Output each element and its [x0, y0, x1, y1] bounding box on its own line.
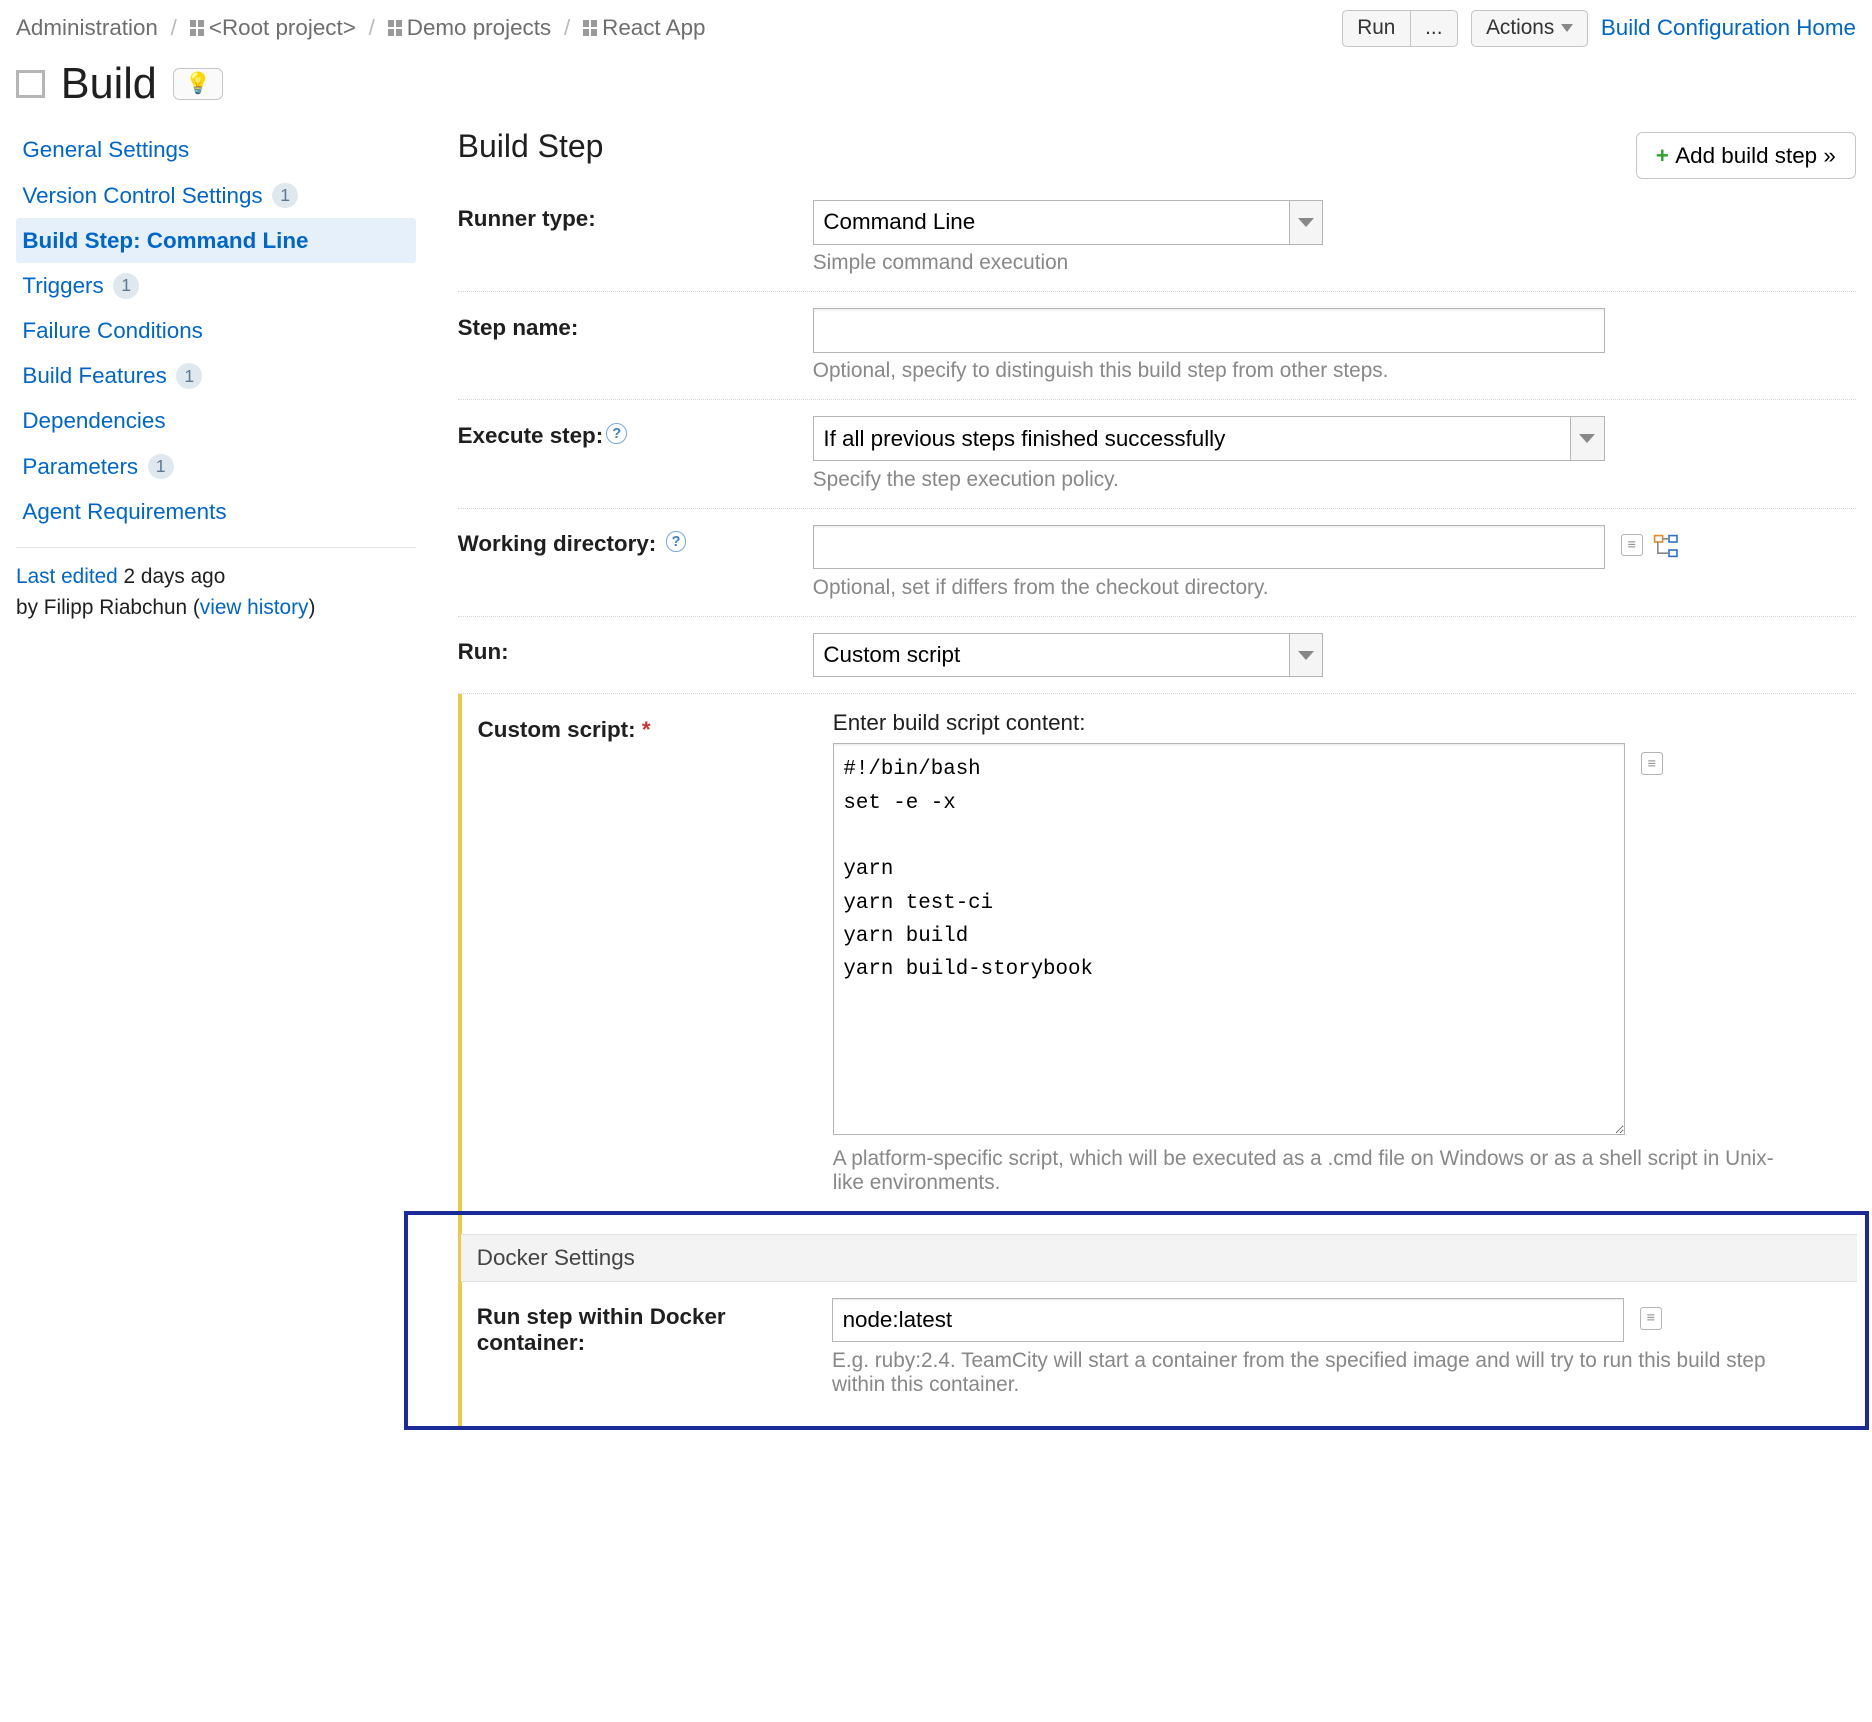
hint-text: E.g. ruby:2.4. TeamCity will start a con…	[832, 1349, 1776, 1397]
sidebar-item-label: Build Features	[22, 363, 166, 389]
sidebar-item-label: Agent Requirements	[22, 499, 226, 525]
divider	[16, 547, 416, 548]
view-history-link[interactable]: view history	[200, 596, 309, 619]
section-heading: Build Step	[458, 128, 604, 165]
sidebar-item-failure[interactable]: Failure Conditions	[16, 309, 416, 354]
sidebar-item-general[interactable]: General Settings	[16, 128, 416, 173]
step-name-input[interactable]	[813, 308, 1605, 353]
help-icon[interactable]: ?	[666, 531, 687, 552]
chevron-down-icon	[1561, 24, 1573, 32]
lines-icon[interactable]: ≡	[1641, 752, 1663, 774]
sidebar: General Settings Version Control Setting…	[16, 128, 416, 624]
sidebar-item-agent-req[interactable]: Agent Requirements	[16, 489, 416, 534]
label-runner-type: Runner type:	[458, 200, 813, 232]
sidebar-item-triggers[interactable]: Triggers 1	[16, 263, 416, 308]
runner-type-select[interactable]	[813, 200, 1290, 245]
last-edited-block: Last edited 2 days ago by Filipp Riabchu…	[16, 561, 416, 623]
count-badge: 1	[176, 363, 202, 389]
sidebar-item-label: Dependencies	[22, 408, 165, 434]
dropdown-caret-icon[interactable]	[1571, 416, 1605, 461]
page-title: Build	[61, 60, 157, 109]
dropdown-caret-icon[interactable]	[1290, 200, 1324, 245]
count-badge: 1	[113, 273, 139, 299]
hint-bulb-button[interactable]: 💡	[173, 68, 223, 100]
sidebar-item-features[interactable]: Build Features 1	[16, 354, 416, 399]
crumb-root[interactable]: <Root project>	[190, 15, 356, 41]
count-badge: 1	[272, 183, 298, 209]
docker-image-input[interactable]	[832, 1298, 1624, 1343]
label-custom-script: Custom script: *	[478, 710, 833, 742]
execute-step-select[interactable]	[813, 416, 1571, 461]
run-button-group: Run ...	[1342, 10, 1458, 47]
label-working-dir: Working directory: ?	[458, 525, 813, 557]
sidebar-item-label: General Settings	[22, 137, 189, 163]
hint-text: Simple command execution	[813, 251, 1856, 275]
label-step-name: Step name:	[458, 308, 813, 340]
count-badge: 1	[148, 454, 174, 480]
hint-text: Optional, set if differs from the checko…	[813, 576, 1856, 600]
label-docker-container: Run step within Docker container:	[477, 1298, 832, 1356]
sidebar-item-deps[interactable]: Dependencies	[16, 399, 416, 444]
project-icon	[583, 20, 599, 36]
last-edited-by: by Filipp Riabchun (	[16, 596, 200, 619]
run-more-button[interactable]: ...	[1410, 10, 1458, 47]
actions-button[interactable]: Actions	[1471, 10, 1588, 47]
build-type-icon	[16, 70, 45, 99]
breadcrumb: Administration / <Root project> / Demo p…	[16, 15, 1329, 41]
main-form: Build Step +Add build step » Runner type…	[458, 128, 1856, 1430]
custom-script-textarea[interactable]	[833, 743, 1625, 1135]
required-marker: *	[642, 717, 651, 742]
docker-section-heading: Docker Settings	[461, 1234, 1857, 1281]
script-prompt: Enter build script content:	[833, 710, 1856, 736]
label-execute-step: Execute step:?	[458, 416, 813, 448]
sidebar-item-label: Failure Conditions	[22, 318, 202, 344]
working-dir-input[interactable]	[813, 525, 1605, 570]
crumb-demo[interactable]: Demo projects	[388, 15, 552, 41]
last-edited-link[interactable]: Last edited	[16, 565, 118, 588]
sidebar-item-vcs[interactable]: Version Control Settings 1	[16, 173, 416, 218]
dropdown-caret-icon[interactable]	[1290, 633, 1324, 678]
sidebar-item-build-step[interactable]: Build Step: Command Line	[16, 218, 416, 263]
docker-highlight-box: Docker Settings Run step within Docker c…	[404, 1211, 1869, 1429]
help-icon[interactable]: ?	[606, 423, 627, 444]
sidebar-item-label: Triggers	[22, 273, 103, 299]
build-config-home-link[interactable]: Build Configuration Home	[1601, 15, 1856, 41]
hint-text: A platform-specific script, which will b…	[833, 1147, 1777, 1195]
last-edited-when: 2 days ago	[124, 565, 226, 588]
paren-close: )	[308, 596, 315, 619]
hint-text: Optional, specify to distinguish this bu…	[813, 359, 1856, 383]
run-button[interactable]: Run	[1342, 10, 1410, 47]
sidebar-item-label: Build Step: Command Line	[22, 228, 308, 254]
run-select[interactable]	[813, 633, 1290, 678]
project-icon	[190, 20, 206, 36]
plus-icon: +	[1656, 143, 1669, 168]
crumb-administration[interactable]: Administration	[16, 15, 158, 41]
label-run: Run:	[458, 633, 813, 665]
project-icon	[388, 20, 404, 36]
crumb-sep: /	[369, 15, 375, 41]
hint-text: Specify the step execution policy.	[813, 468, 1856, 492]
tree-picker-icon[interactable]	[1653, 534, 1679, 566]
crumb-leaf[interactable]: React App	[583, 15, 706, 41]
lines-icon[interactable]: ≡	[1621, 534, 1643, 556]
lines-icon[interactable]: ≡	[1640, 1307, 1662, 1329]
sidebar-item-params[interactable]: Parameters 1	[16, 444, 416, 489]
sidebar-item-label: Parameters	[22, 454, 138, 480]
add-build-step-button[interactable]: +Add build step »	[1636, 132, 1856, 179]
crumb-sep: /	[171, 15, 177, 41]
sidebar-item-label: Version Control Settings	[22, 183, 262, 209]
crumb-sep: /	[564, 15, 570, 41]
